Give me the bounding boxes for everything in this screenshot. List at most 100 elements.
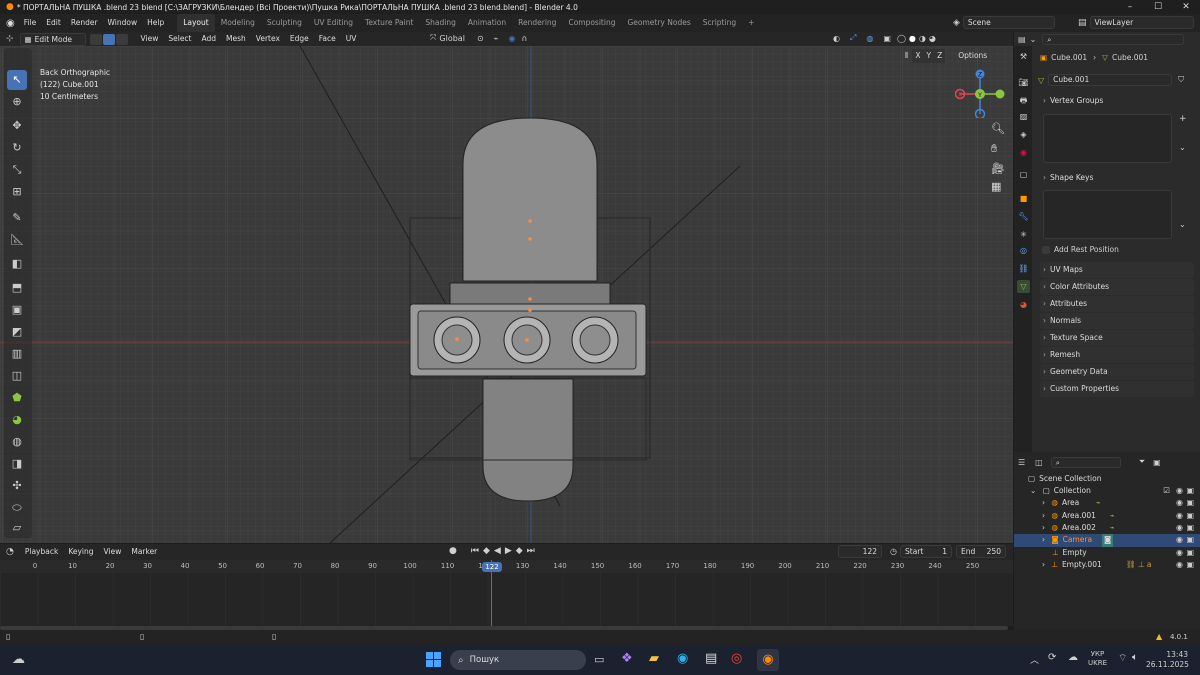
inset-tool-icon[interactable]: ▣ bbox=[7, 300, 27, 320]
blender-taskbar-icon[interactable]: ◉ bbox=[757, 649, 779, 671]
clock-icon[interactable]: ◷ bbox=[890, 547, 897, 556]
language-indicator[interactable]: УКР UKRE bbox=[1088, 650, 1107, 668]
menu-vertex[interactable]: Vertex bbox=[251, 32, 285, 46]
camera-render-icon[interactable]: ▣ bbox=[1186, 485, 1194, 498]
measure-tool-icon[interactable]: 📐︎ bbox=[7, 230, 27, 250]
tab-animation[interactable]: Animation bbox=[462, 14, 512, 32]
menu-window[interactable]: Window bbox=[103, 14, 143, 32]
mesh-name-field[interactable]: Cube.001 bbox=[1048, 74, 1173, 86]
3d-viewport[interactable]: Back Orthographic (122) Cube.001 10 Cent… bbox=[0, 46, 1013, 543]
expand-chevron-icon[interactable]: › bbox=[1042, 535, 1045, 544]
close-button[interactable]: ✕ bbox=[1172, 0, 1200, 14]
ortho-grid-icon[interactable]: ▦ bbox=[991, 180, 1001, 193]
mirror-y-button[interactable]: Y bbox=[923, 49, 935, 63]
warning-icon[interactable]: ▲ bbox=[1156, 632, 1162, 641]
move-tool-icon[interactable]: ✥ bbox=[7, 116, 27, 136]
add-rest-position-checkbox[interactable] bbox=[1042, 245, 1050, 254]
shape-key-menu-icon[interactable]: ⌄ bbox=[1179, 220, 1186, 229]
gizmo-icon[interactable]: ⤢ bbox=[850, 33, 856, 43]
transform-tool-icon[interactable]: ⊞ bbox=[7, 182, 27, 202]
end-frame-field[interactable]: End 250 bbox=[956, 545, 1006, 558]
menu-add[interactable]: Add bbox=[197, 32, 222, 46]
custom-properties-panel[interactable]: Custom Properties bbox=[1040, 381, 1194, 397]
menu-marker[interactable]: Marker bbox=[126, 545, 162, 559]
menu-file[interactable]: File bbox=[19, 14, 42, 32]
tab-geometry-nodes[interactable]: Geometry Nodes bbox=[621, 14, 696, 32]
zoom-icon[interactable]: 🔍︎ bbox=[991, 122, 1005, 135]
maximize-button[interactable]: ☐ bbox=[1144, 0, 1172, 14]
outliner-item-area-001[interactable]: › ◍ Area.001 ⌁ ◉ ▣ bbox=[1014, 510, 1200, 523]
edge-slide-tool-icon[interactable]: ◨ bbox=[7, 454, 27, 474]
filter-icon[interactable]: ⏷ bbox=[1139, 457, 1145, 467]
uv-maps-panel[interactable]: UV Maps bbox=[1040, 262, 1194, 278]
properties-editor-icon[interactable]: ▤ bbox=[1018, 35, 1026, 44]
vertex-groups-list[interactable] bbox=[1043, 114, 1172, 163]
expand-chevron-icon[interactable]: › bbox=[1042, 560, 1045, 569]
scene-selector[interactable]: Scene bbox=[962, 16, 1055, 29]
smooth-tool-icon[interactable]: ◍ bbox=[7, 432, 27, 452]
camera-render-icon[interactable]: ▣ bbox=[1186, 547, 1194, 560]
object-tab-icon[interactable]: ■ bbox=[1017, 192, 1030, 205]
proportional-edit-icon[interactable]: ◉ bbox=[508, 34, 515, 43]
xray-icon[interactable]: ▣ bbox=[883, 34, 891, 43]
attributes-panel[interactable]: Attributes bbox=[1040, 296, 1194, 312]
scene-collection-row[interactable]: ▢ Scene Collection bbox=[1014, 473, 1200, 486]
outliner-editor-icon[interactable]: ☰ bbox=[1018, 458, 1025, 467]
extrude-tool-icon[interactable]: ⬒ bbox=[7, 278, 27, 298]
tab-sculpting[interactable]: Sculpting bbox=[261, 14, 308, 32]
outliner-item-empty-001[interactable]: › ⊥ Empty.001 ⛓ ⊥ a ◉ ▣ bbox=[1014, 559, 1200, 572]
chrome-icon[interactable]: ◎ bbox=[731, 651, 742, 666]
playhead-frame-label[interactable]: 122 bbox=[482, 562, 502, 572]
menu-uv[interactable]: UV bbox=[341, 32, 362, 46]
pivot-icon[interactable]: ⊙ bbox=[477, 34, 484, 43]
mirror-x-button[interactable]: X bbox=[912, 49, 924, 63]
overlays-icon[interactable]: ◍ bbox=[866, 34, 873, 43]
menu-edge[interactable]: Edge bbox=[285, 32, 314, 46]
options-dropdown[interactable]: Options bbox=[953, 49, 992, 63]
record-icon[interactable]: ● bbox=[449, 546, 457, 556]
menu-view[interactable]: View bbox=[136, 32, 164, 46]
outliner-item-empty[interactable]: ⊥ Empty ◉ ▣ bbox=[1014, 547, 1200, 560]
collection-row[interactable]: ⌄ ▢ Collection ☑ ◉ ▣ bbox=[1014, 485, 1200, 498]
outliner-item-camera[interactable]: › ◙ Camera ◙ ◉ ▣ bbox=[1014, 534, 1200, 547]
edge-browser-icon[interactable]: ◉ bbox=[677, 651, 688, 666]
menu-keying[interactable]: Keying bbox=[63, 545, 98, 559]
transform-orientation-dropdown[interactable]: Global bbox=[439, 34, 465, 43]
eye-icon[interactable]: ◉ bbox=[1176, 522, 1183, 535]
play-reverse-icon[interactable]: ◀ bbox=[494, 546, 501, 556]
properties-menu-icon[interactable]: ⌄ bbox=[1030, 35, 1037, 44]
render-tab-icon[interactable]: 📷︎ bbox=[1017, 76, 1030, 89]
camera-render-icon[interactable]: ▣ bbox=[1186, 510, 1194, 523]
sync-icon[interactable]: ⟳ bbox=[1048, 652, 1056, 663]
expand-chevron-icon[interactable]: › bbox=[1042, 498, 1045, 507]
select-box-tool-icon[interactable]: ↖ bbox=[7, 70, 27, 90]
tab-compositing[interactable]: Compositing bbox=[562, 14, 621, 32]
store-icon[interactable]: ▤ bbox=[705, 651, 717, 666]
rip-tool-icon[interactable]: ▱ bbox=[7, 518, 27, 538]
geometry-data-panel[interactable]: Geometry Data bbox=[1040, 364, 1194, 380]
cursor-tool-icon[interactable]: ⊕ bbox=[7, 92, 27, 112]
fake-user-shield-icon[interactable]: ⛉ bbox=[1178, 75, 1184, 85]
normals-panel[interactable]: Normals bbox=[1040, 313, 1194, 329]
scale-tool-icon[interactable]: ⤡ bbox=[7, 160, 27, 180]
shear-tool-icon[interactable]: ⬭ bbox=[7, 498, 27, 518]
tab-scripting[interactable]: Scripting bbox=[697, 14, 742, 32]
view-layer-selector[interactable]: ViewLayer bbox=[1089, 16, 1194, 29]
prev-keyframe-icon[interactable]: ◆ bbox=[483, 546, 490, 556]
world-tab-icon[interactable]: ◉ bbox=[1017, 146, 1030, 159]
cloud-icon[interactable]: ☁ bbox=[1068, 652, 1078, 663]
frame-ruler[interactable]: 0102030405060708090100110120130140150160… bbox=[0, 560, 1013, 573]
menu-select[interactable]: Select bbox=[163, 32, 196, 46]
outliner-search[interactable]: ⌕ bbox=[1050, 456, 1121, 468]
output-tab-icon[interactable]: 🖶︎ bbox=[1017, 94, 1030, 107]
add-vertex-group-button[interactable]: + bbox=[1179, 114, 1187, 124]
navigation-gizmo[interactable]: Y X Z bbox=[955, 68, 1005, 118]
view-layer-tab-icon[interactable]: ▨ bbox=[1017, 110, 1030, 123]
shape-keys-panel[interactable]: Shape Keys bbox=[1040, 170, 1194, 186]
menu-render[interactable]: Render bbox=[66, 14, 103, 32]
wireframe-shading-icon[interactable]: ◯ bbox=[897, 34, 906, 43]
copilot-icon[interactable]: ❖ bbox=[621, 651, 633, 666]
file-explorer-icon[interactable]: ▰ bbox=[649, 651, 659, 666]
display-mode-icon[interactable]: ◫ bbox=[1035, 458, 1043, 467]
vertex-groups-panel[interactable]: Vertex Groups bbox=[1040, 93, 1194, 109]
